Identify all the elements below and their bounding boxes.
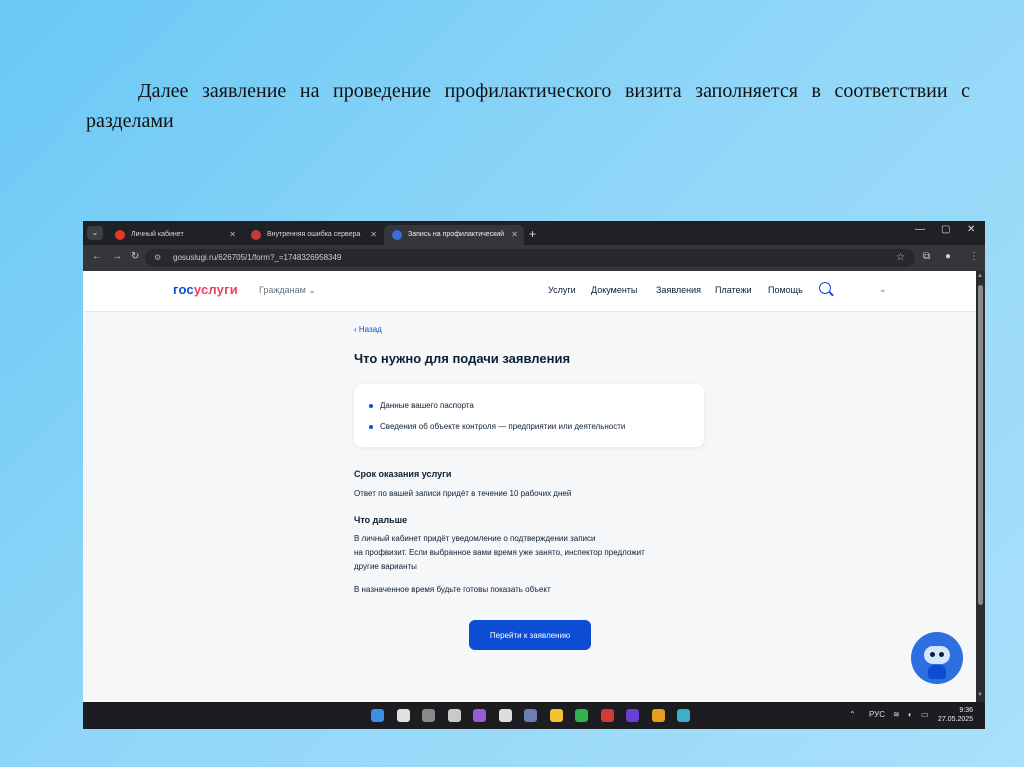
back-link[interactable]: ‹ Назад (354, 325, 382, 334)
scroll-up-icon[interactable]: ▲ (977, 273, 983, 279)
taskbar-app-icon[interactable] (422, 709, 435, 722)
minimize-icon[interactable]: — (915, 224, 925, 235)
close-icon[interactable]: ✕ (229, 225, 236, 245)
maximize-icon[interactable]: ▢ (941, 224, 950, 235)
tab-label: Внутренняя ошибка сервера (267, 231, 361, 238)
extensions-icon[interactable]: ⧉ (923, 251, 930, 262)
chevron-up-icon[interactable]: ⌃ (849, 710, 856, 719)
wifi-icon[interactable]: ≋ (893, 710, 900, 719)
tab-server-error[interactable]: Внутренняя ошибка сервера ✕ (243, 225, 383, 245)
requirements-card: Данные вашего паспорта Сведения об объек… (354, 384, 704, 447)
chevron-left-icon: ‹ (354, 325, 357, 334)
robot-body (928, 665, 946, 679)
url-input[interactable]: ⚙ gosuslugi.ru/626705/1/form?_=174832695… (145, 249, 915, 267)
windows-start-icon[interactable] (371, 709, 384, 722)
next-steps-line: В личный кабинет придёт уведомление о по… (354, 534, 596, 543)
taskbar-app-icon[interactable] (626, 709, 639, 722)
service-term-text: Ответ по вашей записи придёт в течение 1… (354, 489, 572, 498)
page-title: Что нужно для подачи заявления (354, 351, 571, 366)
new-tab-icon[interactable]: + (529, 225, 536, 243)
reload-icon[interactable]: ↻ (131, 251, 139, 262)
service-term-title: Срок оказания услуги (354, 469, 452, 479)
browser-screenshot: ⌄ Личный кабинет ✕ Внутренняя ошибка сер… (83, 221, 985, 729)
chevron-down-icon: ⌄ (308, 285, 316, 295)
tab-search-button[interactable]: ⌄ (87, 226, 103, 240)
taskbar-app-icon[interactable] (473, 709, 486, 722)
scroll-down-icon[interactable]: ▼ (977, 692, 983, 698)
volume-icon[interactable]: ◖ (907, 710, 912, 719)
list-item: Сведения об объекте контроля — предприят… (368, 422, 626, 431)
favicon-icon (115, 230, 125, 240)
taskbar-app-icon[interactable] (677, 709, 690, 722)
next-steps-note: В назначенное время будьте готовы показа… (354, 585, 551, 594)
scrollbar[interactable]: ▲ ▼ (976, 271, 985, 702)
close-icon[interactable]: ✕ (511, 225, 518, 245)
menu-documents[interactable]: Документы (591, 285, 637, 295)
citizens-dropdown[interactable]: Гражданам ⌄ (259, 285, 316, 296)
profile-chevron-down-icon[interactable]: ⌄ (879, 284, 887, 295)
taskbar-app-icon[interactable] (549, 709, 563, 722)
taskbar-app-icon[interactable] (447, 709, 461, 722)
favicon-icon (392, 230, 402, 240)
menu-help[interactable]: Помощь (768, 285, 803, 295)
robot-face (924, 646, 950, 664)
back-arrow-icon[interactable]: ← (92, 251, 102, 262)
language-indicator[interactable]: РУС (869, 710, 885, 719)
slide-caption: Далее заявление на проведение профилакти… (86, 80, 970, 132)
tab-label: Запись на профилактический (408, 231, 505, 238)
taskbar-app-icon[interactable] (524, 709, 537, 722)
robot-assistant-icon[interactable] (911, 632, 963, 684)
close-icon[interactable]: ✕ (370, 225, 377, 245)
more-menu-icon[interactable]: ⋮ (969, 251, 979, 262)
taskbar-app-icon[interactable] (396, 709, 410, 722)
url-text: gosuslugi.ru/626705/1/form?_=17483269583… (173, 253, 342, 262)
taskbar-app-icon[interactable] (498, 709, 512, 722)
menu-services[interactable]: Услуги (548, 285, 576, 295)
site-header: госуслуги Гражданам ⌄ Услуги Документы З… (83, 271, 976, 312)
clock-time: 9:36 (959, 707, 974, 714)
gosuslugi-logo[interactable]: госуслуги (173, 282, 238, 297)
bookmark-star-icon[interactable]: ☆ (896, 249, 905, 267)
taskbar-app-icon[interactable] (651, 709, 665, 722)
web-page: госуслуги Гражданам ⌄ Услуги Документы З… (83, 271, 976, 702)
clock-date: 27.05.2025 (938, 716, 974, 723)
close-window-icon[interactable]: ✕ (967, 224, 975, 235)
taskbar: ⌃ РУС ≋ ◖ ▭ 9:36 27.05.2025 (83, 702, 985, 729)
next-steps-title: Что дальше (354, 515, 408, 525)
taskbar-app-icon[interactable] (575, 709, 588, 722)
address-bar-row: ← → ↻ ⚙ gosuslugi.ru/626705/1/form?_=174… (83, 245, 985, 271)
tab-prevention-visit[interactable]: Запись на профилактический ✕ (384, 225, 524, 245)
taskbar-app-icon[interactable] (600, 709, 614, 722)
scroll-thumb[interactable] (978, 285, 983, 605)
favicon-icon (251, 230, 261, 240)
system-clock[interactable]: 9:36 27.05.2025 (938, 706, 973, 724)
robot-eye (930, 652, 935, 657)
search-icon[interactable] (819, 282, 831, 294)
profile-icon[interactable]: ● (945, 251, 951, 262)
robot-eye (939, 652, 944, 657)
menu-payments[interactable]: Платежи (715, 285, 752, 295)
menu-applications[interactable]: Заявления (656, 285, 701, 295)
next-steps-line: на профвизит. Если выбранное вами время … (354, 548, 645, 557)
site-settings-icon[interactable]: ⚙ (154, 249, 161, 267)
tab-label: Личный кабинет (131, 231, 184, 238)
forward-arrow-icon[interactable]: → (112, 251, 122, 262)
next-steps-line: другие варианты (354, 562, 417, 571)
go-to-application-button[interactable]: Перейти к заявлению (469, 620, 591, 650)
battery-icon[interactable]: ▭ (921, 710, 929, 719)
tab-strip: ⌄ Личный кабинет ✕ Внутренняя ошибка сер… (83, 221, 985, 245)
list-item: Данные вашего паспорта (369, 401, 474, 410)
tab-personal-cabinet[interactable]: Личный кабинет ✕ (107, 225, 242, 245)
